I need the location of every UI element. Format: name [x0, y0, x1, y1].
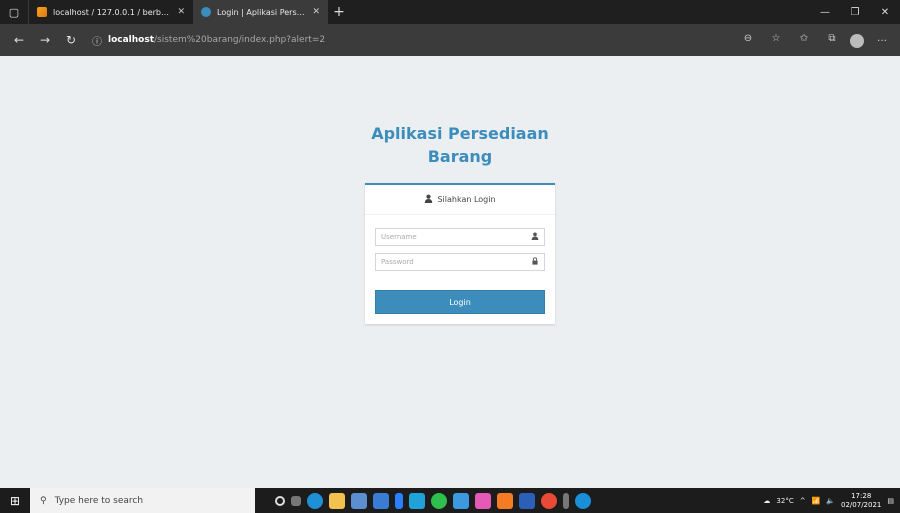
dropbox-icon[interactable]: [373, 492, 389, 509]
volume-icon[interactable]: 🔈: [826, 497, 835, 505]
add-favorite-icon[interactable]: ☆: [766, 33, 786, 48]
start-button[interactable]: ⊞: [0, 488, 30, 513]
forward-button[interactable]: →: [34, 29, 56, 51]
profile-avatar[interactable]: [850, 33, 864, 48]
login-favicon-icon: [201, 7, 211, 17]
settings-icon[interactable]: [453, 492, 469, 509]
more-apps-icon[interactable]: [563, 492, 569, 509]
more-icon[interactable]: …: [872, 33, 892, 48]
line-icon[interactable]: [431, 492, 447, 509]
url-path: /sistem%20barang/index.php?alert=2: [154, 35, 326, 45]
login-box-title: Silahkan Login: [437, 195, 496, 204]
temperature: 32°C: [776, 496, 794, 505]
clock-time: 17:28: [851, 491, 872, 500]
lock-icon: [531, 257, 539, 267]
tab-title: localhost / 127.0.0.1 / berbayar_: [53, 7, 172, 17]
minimize-icon[interactable]: —: [810, 7, 840, 18]
browser-tab-bar: ▢ localhost / 127.0.0.1 / berbayar_ ✕ Lo…: [0, 0, 900, 24]
system-tray: ☁ 32°C ^ 📶 🔈 17:28 02/07/2021 ▤: [763, 492, 900, 510]
tab-phpmyadmin[interactable]: localhost / 127.0.0.1 / berbayar_ ✕: [28, 0, 193, 24]
phpmyadmin-favicon-icon: [37, 7, 47, 17]
user-icon: [531, 232, 539, 242]
clock-date: 02/07/2021: [841, 500, 882, 509]
tab-title: Login | Aplikasi Persediaan: [217, 7, 307, 17]
zoom-icon[interactable]: ⊖: [738, 33, 758, 48]
address-bar-row: ← → ↻ ⓘ localhost/sistem%20barang/index.…: [0, 24, 900, 56]
collections-icon[interactable]: ⧉: [822, 33, 842, 48]
mail-icon[interactable]: [409, 492, 425, 509]
tab-actions-icon[interactable]: ▢: [0, 0, 28, 24]
user-icon: [424, 194, 433, 206]
close-tab-icon[interactable]: ✕: [177, 7, 185, 17]
edge-dev-icon[interactable]: [575, 492, 591, 509]
vscode-icon[interactable]: [395, 492, 403, 509]
new-tab-button[interactable]: +: [328, 4, 350, 20]
refresh-button[interactable]: ↻: [60, 29, 82, 51]
url-field[interactable]: ⓘ localhost/sistem%20barang/index.php?al…: [86, 29, 734, 51]
restore-icon[interactable]: ❐: [840, 7, 870, 18]
taskbar-search[interactable]: ⚲ Type here to search: [30, 488, 255, 513]
notifications-icon[interactable]: ▤: [887, 497, 894, 505]
edge-icon[interactable]: [307, 492, 323, 509]
chevron-up-icon[interactable]: ^: [800, 497, 806, 505]
window-controls: — ❐ ✕: [810, 7, 900, 18]
close-tab-icon[interactable]: ✕: [312, 7, 320, 17]
xampp-icon[interactable]: [497, 492, 513, 509]
info-icon[interactable]: ⓘ: [92, 33, 102, 48]
taskbar-search-placeholder: Type here to search: [54, 495, 144, 506]
back-button[interactable]: ←: [8, 29, 30, 51]
toolbar-icons: ⊖ ☆ ✩ ⧉ …: [738, 33, 892, 48]
app-title: Aplikasi Persediaan Barang: [365, 122, 555, 168]
password-field[interactable]: [375, 253, 545, 271]
forward-arrow-icon: →: [39, 33, 51, 47]
search-icon: ⚲: [40, 495, 47, 506]
word-icon[interactable]: [519, 492, 535, 509]
username-field[interactable]: [375, 228, 545, 246]
page-content: Aplikasi Persediaan Barang Silahkan Logi…: [0, 56, 900, 488]
url-host: localhost: [108, 35, 155, 45]
refresh-icon: ↻: [65, 33, 77, 47]
file-explorer-icon[interactable]: [329, 492, 345, 509]
tab-login[interactable]: Login | Aplikasi Persediaan ✕: [193, 0, 328, 24]
store-icon[interactable]: [351, 492, 367, 509]
task-view-icon[interactable]: [291, 495, 301, 506]
windows-taskbar: ⊞ ⚲ Type here to search ☁ 32°C ^ 📶 🔈 17:…: [0, 488, 900, 513]
chrome-icon[interactable]: [541, 492, 557, 509]
login-button[interactable]: Login: [375, 290, 545, 314]
weather-icon[interactable]: ☁: [763, 497, 770, 505]
login-box: Silahkan Login Login: [365, 183, 555, 324]
taskbar-apps: [275, 492, 591, 509]
password-input[interactable]: [381, 258, 521, 266]
windows-logo-icon: ⊞: [9, 493, 21, 508]
back-arrow-icon: ←: [13, 33, 25, 47]
close-window-icon[interactable]: ✕: [870, 7, 900, 18]
login-box-header: Silahkan Login: [365, 185, 555, 215]
cortana-icon[interactable]: [275, 495, 285, 506]
taskbar-clock[interactable]: 17:28 02/07/2021: [841, 492, 881, 510]
username-input[interactable]: [381, 233, 521, 241]
app-icon[interactable]: [475, 492, 491, 509]
app-title-line-1: Aplikasi Persediaan: [371, 124, 549, 143]
network-icon[interactable]: 📶: [812, 497, 821, 505]
favorites-icon[interactable]: ✩: [794, 33, 814, 48]
app-title-line-2: Barang: [427, 147, 493, 166]
